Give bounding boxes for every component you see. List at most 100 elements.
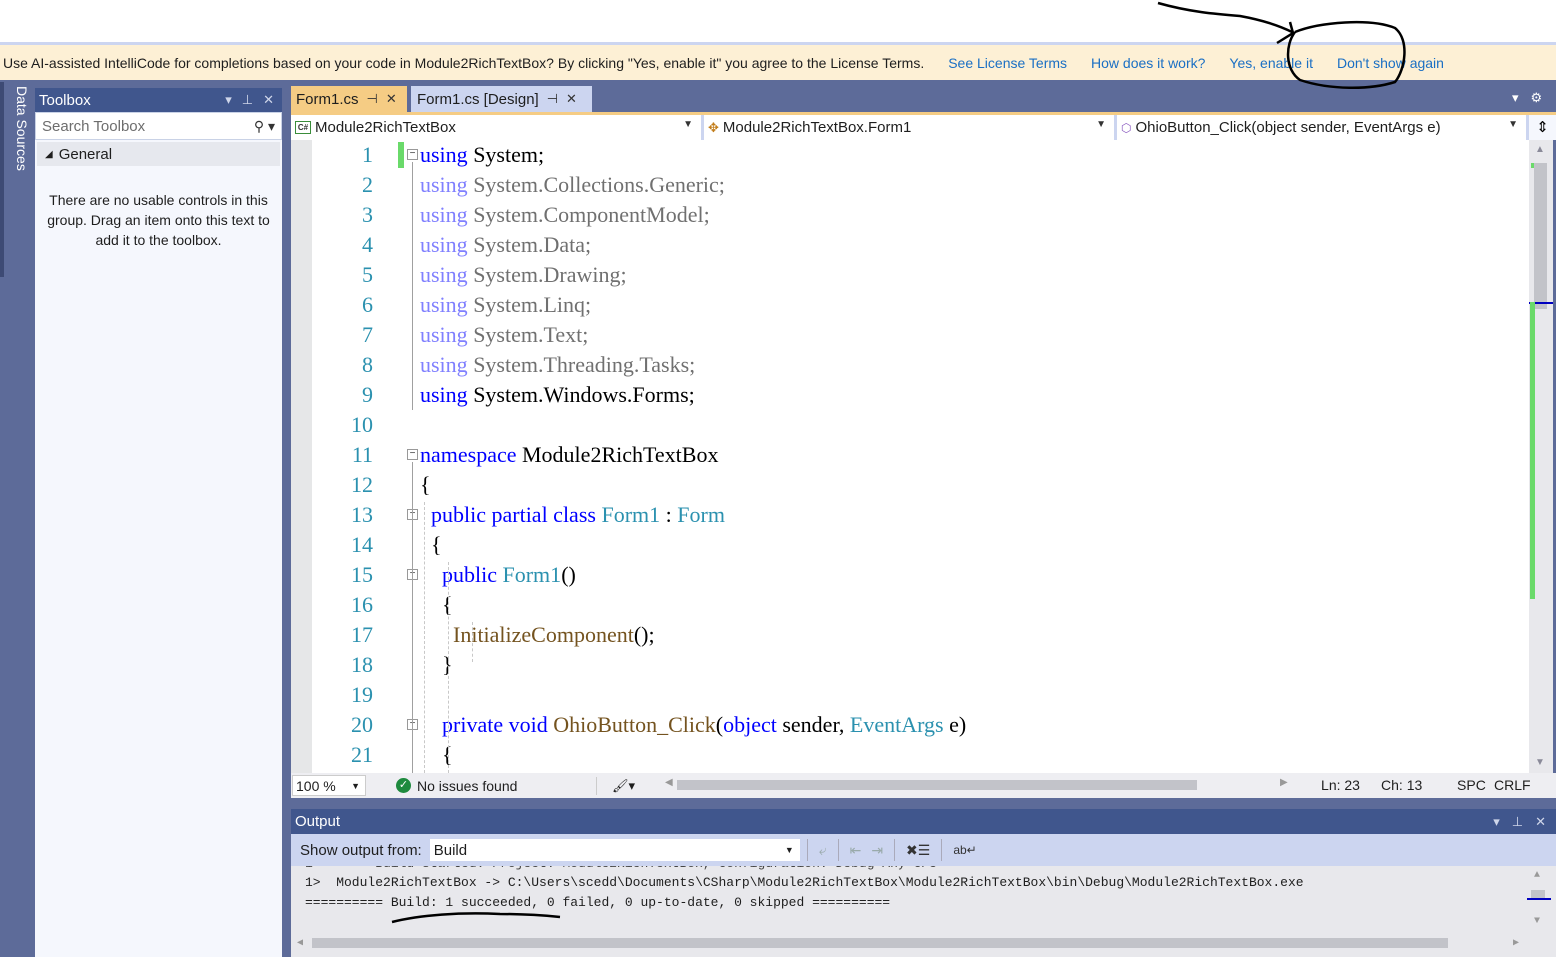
scroll-down-arrow-icon[interactable]: ▼ [1535,757,1545,768]
code-text: public partial class Form1 : Form [420,500,725,530]
code-text: InitializeComponent(); [420,620,655,650]
code-token: (); [633,622,655,647]
pin-icon[interactable]: ⊣ [547,91,558,107]
type-name: Module2RichTextBox.Form1 [722,119,912,136]
output-scroll-thumb[interactable] [1531,890,1545,898]
csharp-project-icon: C# [295,121,311,134]
code-line: 6 using System.Linq; [291,290,1529,320]
code-token: Form1 [502,562,562,587]
clear-all-icon[interactable]: ✖☰ [906,842,930,859]
code-text: using System.Windows.Forms; [420,380,695,410]
line-number: 9 [362,382,373,407]
code-token: System.Collections.Generic; [467,172,725,197]
code-cleanup-brush-icon[interactable]: 🖌▾ [612,778,635,794]
see-license-terms-link[interactable]: See License Terms [948,55,1067,71]
zoom-level: 100 % [296,777,336,794]
chevron-down-icon: ▼ [784,845,794,855]
code-editor[interactable]: 1− using System; 2 using System.Collections… [291,140,1529,773]
how-does-it-work-link[interactable]: How does it work? [1091,55,1205,71]
pin-icon[interactable]: ⊥ [1512,814,1523,830]
line-number: 11 [351,442,373,467]
line-number: 8 [362,352,373,377]
code-line: 13− public partial class Form1 : Form [291,500,1529,530]
code-token: Form1 [601,502,661,527]
code-token: InitializeComponent [453,622,634,647]
dont-show-again-link[interactable]: Don't show again [1337,55,1444,71]
find-message-in-code-icon[interactable]: ⤶ [819,842,827,859]
code-token: System.Drawing; [467,262,627,287]
toolbox-search-input[interactable]: Search Toolbox ⚲ ▾ [35,112,282,140]
close-icon[interactable]: ✕ [566,91,577,107]
scroll-thumb[interactable] [677,780,1198,790]
close-icon[interactable]: ✕ [1535,814,1546,830]
scroll-right-arrow-icon[interactable]: ▶ [1513,937,1519,949]
scroll-left-arrow-icon[interactable]: ◀ [297,937,303,949]
collapse-outline-icon[interactable]: − [407,149,418,160]
project-dropdown[interactable]: C# Module2RichTextBox ▼ [291,115,704,140]
yes-enable-it-link[interactable]: Yes, enable it [1229,55,1313,71]
type-dropdown[interactable]: ✥ Module2RichTextBox.Form1 ▼ [704,115,1117,140]
editor-status-bar: 100 % ▼ ✓ No issues found 🖌▾ ◀ ▶ Ln: 23 … [291,773,1556,798]
output-source-dropdown[interactable]: Build ▼ [428,838,801,862]
split-window-icon[interactable]: ⇕ [1529,115,1556,140]
indent-guide [448,562,449,773]
column-indicator[interactable]: Ch: 13 [1381,777,1422,793]
line-number: 12 [351,472,373,497]
code-line: 12 { [291,470,1529,500]
pin-icon[interactable]: ⊥ [242,92,253,108]
method-icon: ⬡ [1121,120,1132,135]
toggle-word-wrap-icon[interactable]: ab↵ [953,843,976,857]
tab-form1-design[interactable]: Form1.cs [Design] ⊣ ✕ [411,86,592,112]
fold-guide [412,162,413,410]
whitespace-indicator[interactable]: SPC [1457,777,1486,793]
top-blank-area [0,0,1556,42]
toolbox-group-general[interactable]: ◢ General [37,142,280,166]
line-number: 17 [351,622,373,647]
collapse-outline-icon[interactable]: − [407,449,418,460]
scroll-left-arrow-icon[interactable]: ◀ [665,777,673,788]
tab-list-dropdown-icon[interactable]: ▾ [1512,90,1519,106]
data-sources-side-tab[interactable]: Data Sources [0,82,30,277]
scroll-down-arrow-icon[interactable]: ▼ [1534,916,1540,927]
search-icon[interactable]: ⚲ ▾ [254,118,275,135]
scroll-up-arrow-icon[interactable]: ▲ [1534,870,1540,881]
scroll-up-arrow-icon[interactable]: ▲ [1535,144,1545,155]
zoom-level-dropdown[interactable]: 100 % ▼ [292,775,366,796]
window-menu-icon[interactable]: ▾ [225,92,232,108]
line-indicator[interactable]: Ln: 23 [1321,777,1360,793]
code-line: 1 − using System; [291,140,1529,170]
scroll-right-arrow-icon[interactable]: ▶ [1280,777,1288,788]
line-number: 15 [351,562,373,587]
code-token: sender, [776,712,850,737]
collapse-triangle-icon: ◢ [45,148,53,160]
output-horizontal-scrollbar[interactable] [312,938,1448,948]
code-line: 19 [291,680,1529,710]
code-token: ( [715,712,724,737]
editor-vertical-scrollbar[interactable]: ▲ ▼ [1529,140,1553,773]
close-icon[interactable]: ✕ [386,91,397,107]
pin-icon[interactable]: ⊣ [367,91,378,107]
output-title: Output [295,813,341,830]
member-dropdown[interactable]: ⬡ OhioButton_Click(object sender, EventA… [1117,115,1529,140]
code-token: System; [467,142,545,167]
scroll-thumb[interactable] [1534,163,1547,309]
previous-message-icon[interactable]: ⇤ [850,842,862,859]
window-menu-icon[interactable]: ▾ [1493,814,1500,830]
close-icon[interactable]: ✕ [263,92,274,108]
gear-icon[interactable]: ⚙ [1531,90,1543,106]
next-message-icon[interactable]: ⇥ [871,842,883,859]
output-text-area[interactable]: 1>------ Build started: Project: Module2… [291,866,1556,957]
code-text: namespace Module2RichTextBox [420,440,718,470]
code-token: Form [677,502,725,527]
code-token: using [420,292,468,317]
issues-indicator[interactable]: ✓ No issues found [396,778,586,794]
code-line: 10 [291,410,1529,440]
code-token: object [723,712,777,737]
code-text: using System.Data; [420,230,591,260]
tab-form1-cs[interactable]: Form1.cs ⊣ ✕ [291,86,407,112]
code-line: 9 using System.Windows.Forms; [291,380,1529,410]
editor-horizontal-scrollbar[interactable]: ◀ ▶ Ln: 23 Ch: 13 SPC CRLF [635,773,1556,798]
fold-guide [412,462,413,773]
line-ending-indicator[interactable]: CRLF [1494,777,1531,793]
